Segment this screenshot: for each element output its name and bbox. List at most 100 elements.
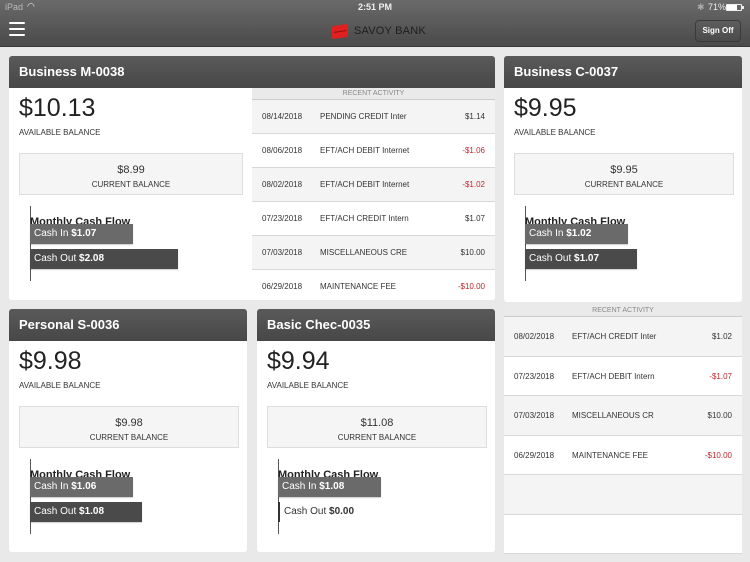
available-balance-amount: $9.94 bbox=[267, 347, 330, 375]
cash-in-value: $1.07 bbox=[71, 228, 97, 239]
recent-activity-header: RECENT ACTIVITY bbox=[252, 88, 495, 100]
activity-description: EFT/ACH DEBIT Internet bbox=[320, 146, 410, 155]
cash-in-value: $1.08 bbox=[319, 481, 345, 492]
current-balance-label: CURRENT BALANCE bbox=[89, 433, 169, 442]
account-card[interactable]: Personal S-0036 $9.98 AVAILABLE BALANCE … bbox=[9, 309, 247, 552]
current-balance-box: $8.99 CURRENT BALANCE bbox=[19, 153, 243, 195]
activity-row-empty bbox=[504, 514, 742, 554]
current-balance-box: $11.08 CURRENT BALANCE bbox=[267, 406, 487, 448]
current-balance-amount: $9.98 bbox=[115, 417, 143, 429]
current-balance-label: CURRENT BALANCE bbox=[337, 433, 417, 442]
activity-row[interactable]: 07/03/2018 MISCELLANEOUS CR $10.00 bbox=[504, 396, 742, 436]
cash-out-label: Cash Out bbox=[34, 253, 77, 264]
cash-out-value: $0.00 bbox=[329, 506, 355, 517]
activity-date: 08/06/2018 bbox=[262, 146, 303, 155]
current-balance-amount: $9.95 bbox=[610, 164, 638, 176]
activity-description: EFT/ACH CREDIT Intern bbox=[320, 214, 409, 223]
hamburger-icon[interactable] bbox=[9, 22, 25, 36]
current-balance-label: CURRENT BALANCE bbox=[91, 180, 171, 189]
available-balance-amount: $9.95 bbox=[514, 94, 577, 122]
current-balance-box: $9.95 CURRENT BALANCE bbox=[514, 153, 734, 195]
monthly-cash-flow-chart: Monthly Cash Flow Cash In $1.08 Cash Out… bbox=[268, 459, 468, 534]
brand-logo: SAVOY BANK bbox=[332, 23, 426, 39]
activity-row[interactable]: 07/23/2018 EFT/ACH CREDIT Intern $1.07 bbox=[252, 202, 495, 236]
activity-date: 07/03/2018 bbox=[514, 411, 555, 420]
activity-description: MISCELLANEOUS CRE bbox=[320, 248, 408, 257]
activity-description: MAINTENANCE FEE bbox=[572, 450, 649, 460]
monthly-cash-flow-chart: Monthly Cash Flow Cash In $1.06 Cash Out… bbox=[20, 459, 220, 534]
activity-row[interactable]: 06/29/2018 MAINTENANCE FEE -$10.00 bbox=[504, 435, 742, 475]
activity-description: PENDING CREDIT Inter bbox=[320, 112, 407, 121]
monthly-cash-flow-chart: Monthly Cash Flow Cash In $1.02 Cash Out… bbox=[515, 206, 715, 281]
activity-description: EFT/ACH CREDIT Inter bbox=[572, 332, 657, 341]
battery-icon bbox=[726, 4, 744, 11]
activity-description: EFT/ACH DEBIT Intern bbox=[572, 371, 655, 381]
cash-out-value: $1.07 bbox=[574, 253, 600, 264]
cash-in-value: $1.02 bbox=[566, 228, 592, 239]
current-balance-box: $9.98 CURRENT BALANCE bbox=[19, 406, 239, 448]
available-balance-label: AVAILABLE BALANCE bbox=[19, 381, 101, 390]
available-balance-label: AVAILABLE BALANCE bbox=[19, 128, 101, 137]
account-name[interactable]: Personal S-0036 bbox=[9, 309, 247, 341]
activity-date: 07/23/2018 bbox=[262, 214, 303, 223]
cash-in-bar: Cash In $1.06 bbox=[30, 477, 133, 497]
activity-date: 08/02/2018 bbox=[262, 180, 303, 189]
activity-date: 07/23/2018 bbox=[514, 371, 555, 381]
cash-in-label: Cash In bbox=[34, 228, 69, 239]
recent-activity-list: RECENT ACTIVITY 08/14/2018 PENDING CREDIT… bbox=[252, 88, 495, 300]
activity-amount: $10.00 bbox=[707, 411, 732, 420]
activity-row[interactable]: 06/29/2018 MAINTENANCE FEE -$10.00 bbox=[252, 270, 495, 300]
current-balance-amount: $11.08 bbox=[360, 417, 394, 429]
cash-in-bar: Cash In $1.02 bbox=[525, 224, 628, 244]
cash-out-label: Cash Out bbox=[529, 253, 572, 264]
cash-out-bar: Cash Out $2.08 bbox=[30, 249, 178, 269]
activity-date: 07/03/2018 bbox=[262, 248, 303, 257]
activity-row[interactable]: 07/23/2018 EFT/ACH DEBIT Intern -$1.07 bbox=[504, 356, 742, 396]
cash-out-value: $2.08 bbox=[79, 253, 105, 264]
cash-in-label: Cash In bbox=[282, 481, 317, 492]
account-name[interactable]: Business M-0038 bbox=[9, 56, 495, 88]
cash-out-bar: Cash Out $1.08 bbox=[30, 502, 142, 522]
cash-in-label: Cash In bbox=[34, 481, 69, 492]
account-card[interactable]: Business M-0038 $10.13 AVAILABLE BALANCE… bbox=[9, 56, 495, 300]
cash-in-label: Cash In bbox=[529, 228, 564, 239]
activity-amount: $1.07 bbox=[464, 214, 485, 223]
activity-description: EFT/ACH DEBIT Internet bbox=[320, 180, 410, 189]
available-balance-label: AVAILABLE BALANCE bbox=[267, 381, 349, 390]
current-balance-amount: $8.99 bbox=[117, 164, 145, 176]
account-name[interactable]: Business C-0037 bbox=[504, 56, 742, 88]
sign-off-button[interactable]: Sign Off bbox=[695, 20, 741, 42]
bluetooth-icon: ✱ bbox=[697, 2, 705, 12]
status-bar: iPad ◠ 2:51 PM ✱ 71% bbox=[0, 1, 750, 14]
activity-row-empty bbox=[504, 475, 742, 515]
cash-in-value: $1.06 bbox=[71, 481, 97, 492]
activity-row[interactable]: 07/03/2018 MISCELLANEOUS CRE $10.00 bbox=[252, 236, 495, 270]
activity-row[interactable]: 08/14/2018 PENDING CREDIT Inter $1.14 bbox=[252, 100, 495, 134]
account-name[interactable]: Basic Chec-0035 bbox=[257, 309, 495, 341]
clock: 2:51 PM bbox=[357, 2, 392, 12]
activity-row[interactable]: 08/06/2018 EFT/ACH DEBIT Internet -$1.06 bbox=[252, 134, 495, 168]
brand-name: SAVOY BANK bbox=[354, 25, 426, 37]
activity-amount: -$1.02 bbox=[462, 180, 485, 189]
activity-date: 08/14/2018 bbox=[262, 112, 303, 121]
activity-amount: $1.02 bbox=[711, 332, 732, 341]
account-card[interactable]: Business C-0037 $9.95 AVAILABLE BALANCE … bbox=[504, 56, 742, 302]
cash-out-bar: Cash Out $1.07 bbox=[525, 249, 637, 269]
cash-out-label: Cash Out bbox=[284, 506, 327, 517]
activity-date: 08/02/2018 bbox=[514, 332, 555, 341]
cash-out-value: $1.08 bbox=[79, 506, 105, 517]
activity-row[interactable]: 08/02/2018 EFT/ACH DEBIT Internet -$1.02 bbox=[252, 168, 495, 202]
available-balance-label: AVAILABLE BALANCE bbox=[514, 128, 596, 137]
account-card[interactable]: Basic Chec-0035 $9.94 AVAILABLE BALANCE … bbox=[257, 309, 495, 552]
available-balance-amount: $9.98 bbox=[19, 347, 82, 375]
savoy-logo-icon bbox=[332, 23, 348, 39]
activity-amount: -$1.06 bbox=[462, 146, 485, 155]
battery-fill bbox=[727, 5, 737, 10]
current-balance-label: CURRENT BALANCE bbox=[584, 180, 664, 189]
cash-out-label: Cash Out bbox=[34, 506, 77, 517]
activity-amount: -$10.00 bbox=[704, 450, 732, 460]
activity-amount: $1.14 bbox=[464, 112, 485, 121]
activity-row[interactable]: 08/02/2018 EFT/ACH CREDIT Inter $1.02 bbox=[504, 317, 742, 357]
monthly-cash-flow-chart: Monthly Cash Flow Cash In $1.07 Cash Out… bbox=[20, 206, 220, 281]
top-navigation-bar: iPad ◠ 2:51 PM ✱ 71% SAVOY BANK Sign Off bbox=[0, 0, 750, 47]
